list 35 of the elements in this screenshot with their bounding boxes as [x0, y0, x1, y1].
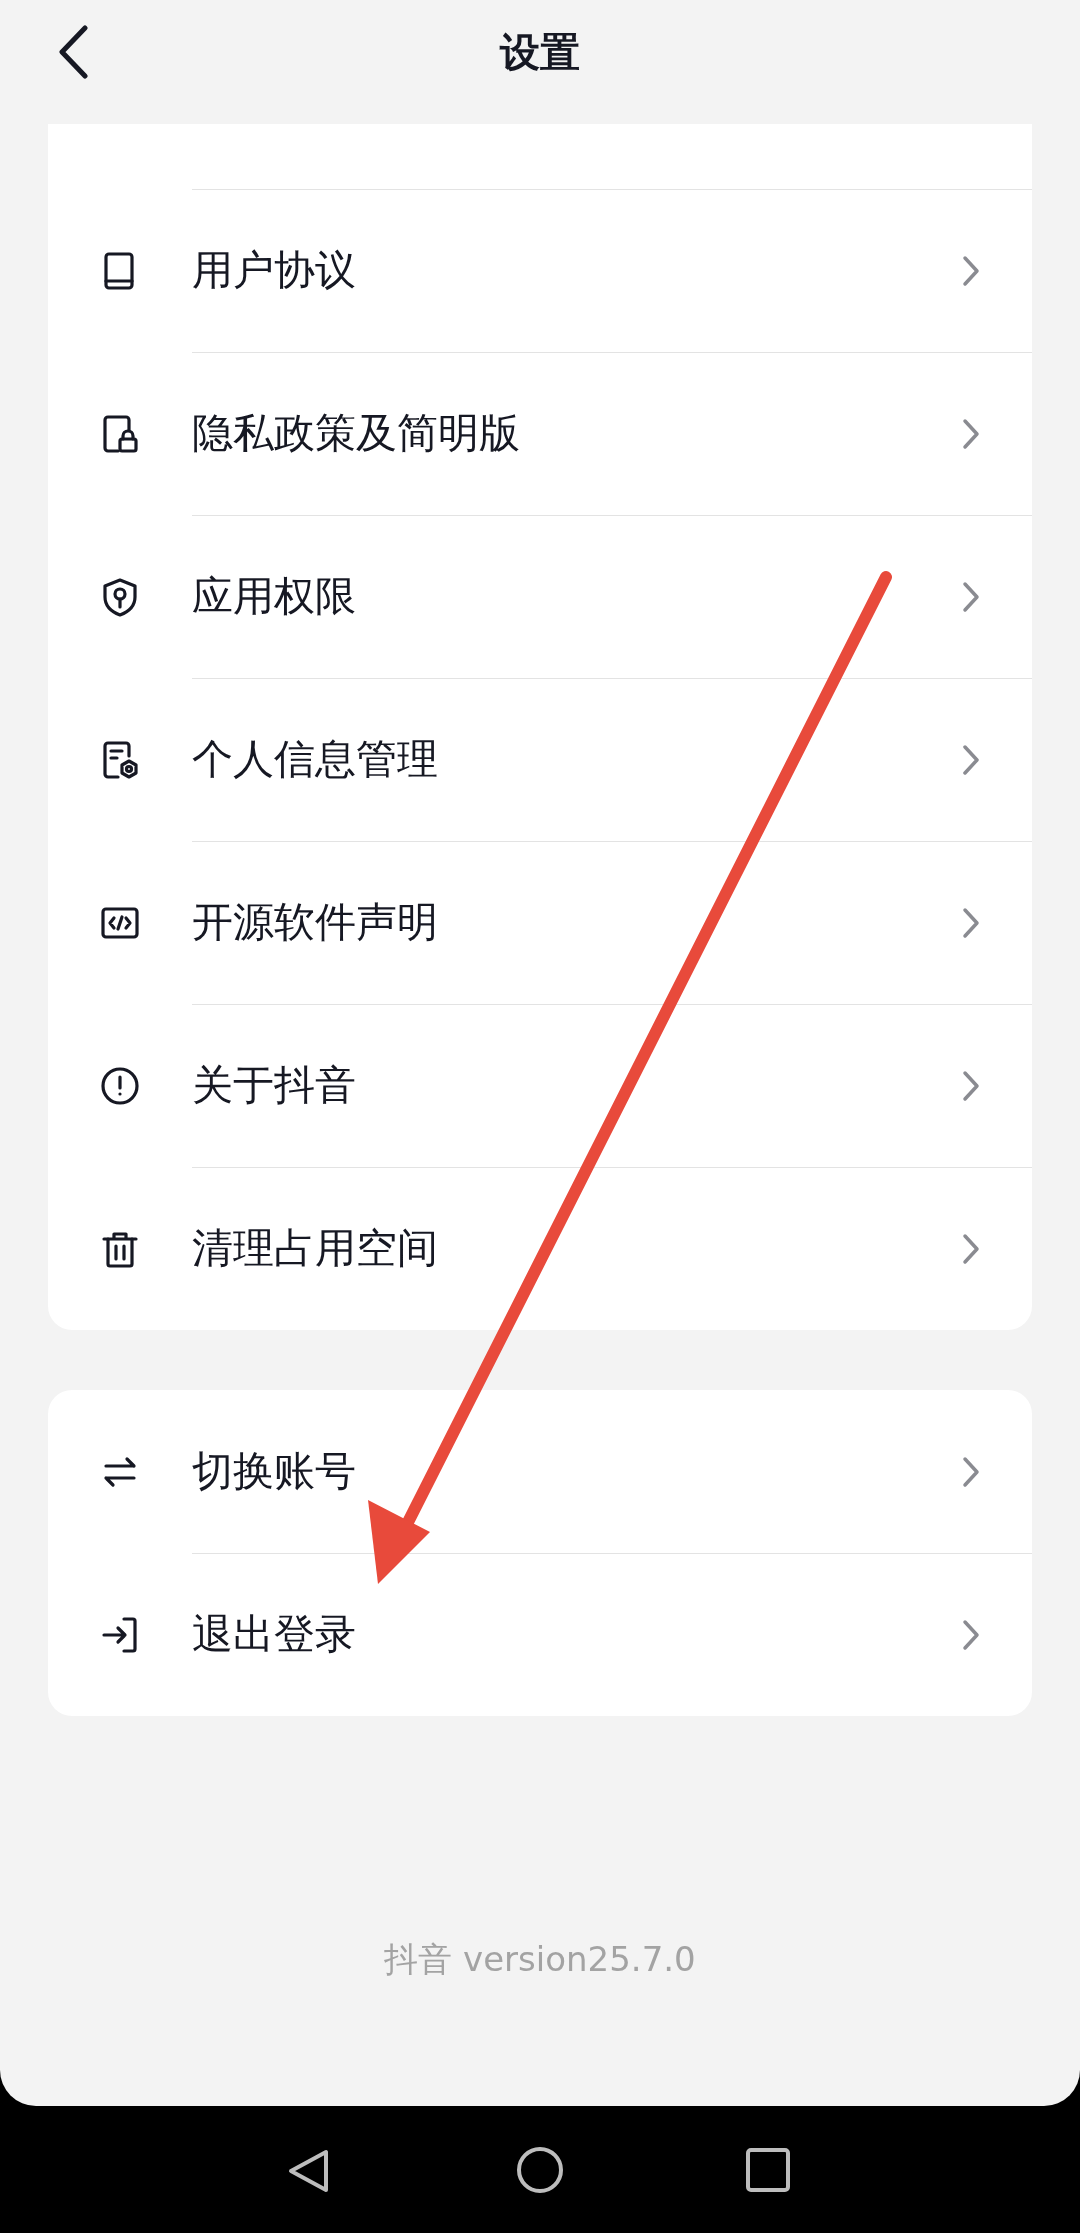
- chevron-right-icon: [962, 907, 980, 939]
- row-label: 个人信息管理: [192, 734, 438, 786]
- row-label: 关于抖音: [192, 1060, 356, 1112]
- page-title: 设置: [500, 32, 580, 72]
- settings-row[interactable]: 应用权限: [48, 515, 1032, 678]
- settings-row[interactable]: 清理占用空间: [48, 1167, 1032, 1330]
- document-gear-icon: [100, 739, 140, 780]
- settings-row[interactable]: 开源软件声明: [48, 841, 1032, 1004]
- recents-nav-icon[interactable]: [746, 2148, 790, 2192]
- row-label: 开源软件声明: [192, 897, 438, 949]
- chevron-right-icon: [962, 1455, 980, 1488]
- chevron-right-icon: [962, 1233, 980, 1265]
- row-label: 用户协议: [192, 245, 356, 297]
- row-label: 清理占用空间: [192, 1223, 438, 1275]
- chevron-right-icon: [962, 255, 980, 287]
- chevron-right-icon: [962, 1619, 980, 1651]
- exclamation-circle-icon: [100, 1065, 140, 1106]
- chevron-right-icon: [962, 418, 980, 450]
- row-label: 应用权限: [192, 571, 356, 623]
- row-label: 隐私政策及简明版: [192, 408, 520, 460]
- row-label: 退出登录: [192, 1609, 356, 1661]
- chevron-right-icon: [962, 744, 980, 776]
- row-label: 切换账号: [192, 1445, 356, 1497]
- version-text: 抖音 version25.7.0: [384, 1938, 696, 1981]
- settings-row[interactable]: 用户协议: [48, 189, 1032, 352]
- settings-row[interactable]: 隐私政策及简明版: [48, 352, 1032, 515]
- chevron-right-icon: [962, 1070, 980, 1102]
- sign-in-icon: [100, 1614, 140, 1655]
- chevron-right-icon: [962, 581, 980, 613]
- settings-row[interactable]: 个人信息管理: [48, 678, 1032, 841]
- settings-row[interactable]: 切换账号: [48, 1390, 1032, 1553]
- document-lock-icon: [100, 413, 140, 454]
- home-nav-icon[interactable]: [516, 2146, 564, 2194]
- shield-key-icon: [100, 576, 140, 617]
- settings-row[interactable]: 关于抖音: [48, 1004, 1032, 1167]
